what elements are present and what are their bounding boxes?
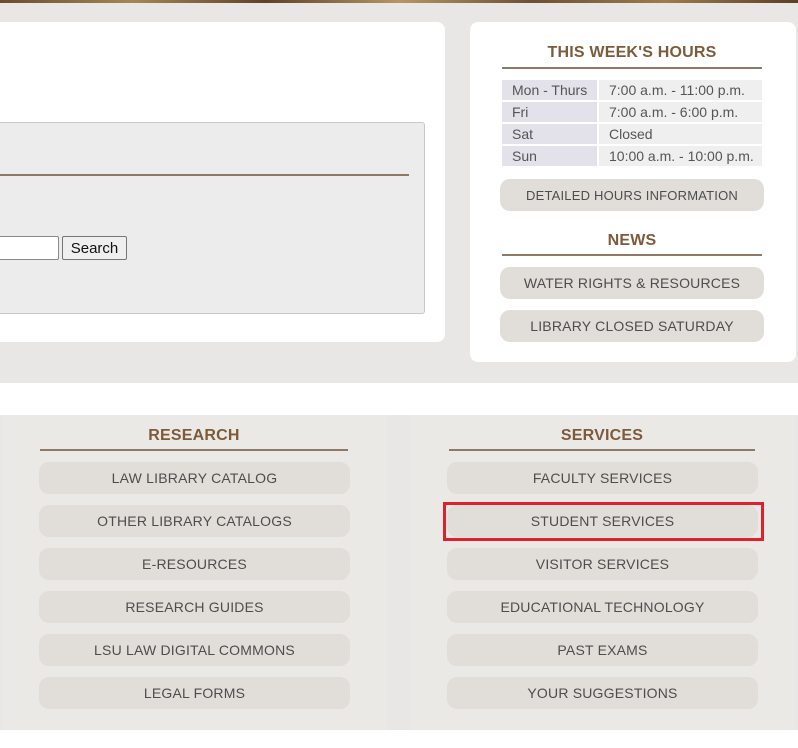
hours-day: Fri [502,102,597,122]
services-title: SERVICES [560,427,644,444]
news-item-library-closed[interactable]: LIBRARY CLOSED SATURDAY [500,310,764,342]
services-item-student[interactable]: STUDENT SERVICES [447,505,758,537]
research-item-e-resources[interactable]: E-RESOURCES [39,548,350,580]
hours-row: Sun 10:00 a.m. - 10:00 p.m. [502,146,762,168]
research-item-other-library-catalogs[interactable]: OTHER LIBRARY CATALOGS [39,505,350,537]
hours-row: Sat Closed [502,124,762,146]
hours-day: Mon - Thurs [502,80,597,100]
detailed-hours-button[interactable]: DETAILED HOURS INFORMATION [500,179,764,211]
catalog-search-box: Search [0,122,425,314]
services-item-visitor[interactable]: VISITOR SERVICES [447,548,758,580]
search-button[interactable]: Search [62,236,127,260]
research-item-research-guides[interactable]: RESEARCH GUIDES [39,591,350,623]
news-divider [502,254,762,256]
section-separator [0,383,798,415]
hours-row: Mon - Thurs 7:00 a.m. - 11:00 p.m. [502,80,762,102]
hours-day: Sun [502,146,597,166]
services-item-suggestions[interactable]: YOUR SUGGESTIONS [447,677,758,709]
header-banner-image [0,0,798,3]
research-panel: RESEARCH LAW LIBRARY CATALOG OTHER LIBRA… [3,415,387,730]
services-item-educational-technology[interactable]: EDUCATIONAL TECHNOLOGY [447,591,758,623]
hours-time: Closed [599,124,762,144]
research-item-law-library-catalog[interactable]: LAW LIBRARY CATALOG [39,462,350,494]
services-divider [449,449,755,451]
search-input[interactable] [0,236,59,260]
research-divider [40,449,348,451]
news-item-water-rights[interactable]: WATER RIGHTS & RESOURCES [500,267,764,299]
services-item-past-exams[interactable]: PAST EXAMS [447,634,758,666]
hours-table: Mon - Thurs 7:00 a.m. - 11:00 p.m. Fri 7… [502,80,762,168]
hours-row: Fri 7:00 a.m. - 6:00 p.m. [502,102,762,124]
search-divider [0,174,409,176]
research-item-digital-commons[interactable]: LSU LAW DIGITAL COMMONS [39,634,350,666]
hours-time: 7:00 a.m. - 6:00 p.m. [599,102,762,122]
research-title: RESEARCH [148,427,240,444]
hours-time: 10:00 a.m. - 10:00 p.m. [599,146,762,166]
page-bottom-margin [0,730,798,748]
hours-news-card: THIS WEEK'S HOURS Mon - Thurs 7:00 a.m. … [470,22,796,362]
services-item-faculty[interactable]: FACULTY SERVICES [447,462,758,494]
hours-time: 7:00 a.m. - 11:00 p.m. [599,80,762,100]
research-item-legal-forms[interactable]: LEGAL FORMS [39,677,350,709]
services-panel: SERVICES FACULTY SERVICES STUDENT SERVIC… [411,415,795,730]
news-title: NEWS [607,232,657,249]
hours-title: THIS WEEK'S HOURS [547,44,717,61]
hours-divider [502,67,762,69]
hours-day: Sat [502,124,597,144]
